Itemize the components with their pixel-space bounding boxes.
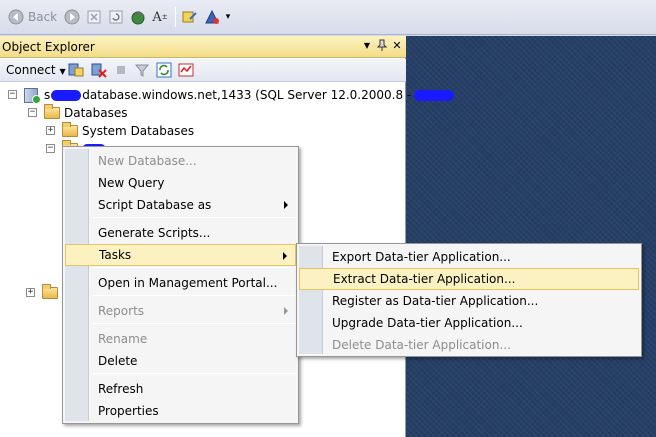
menu-separator [93,295,296,296]
tree-system-databases-node[interactable]: + System Databases [46,122,194,140]
collapse-icon[interactable]: − [8,90,17,99]
toolbar-options-button[interactable]: ▾ [224,8,232,26]
menu-item-generate-scripts[interactable]: Generate Scripts... [65,222,296,244]
menu-item-label: Reports [98,304,145,318]
menu-separator [93,267,296,268]
toolbar-separator [175,7,176,27]
object-explorer-toolbar: Connect ▼ [0,59,406,82]
collapse-icon[interactable]: − [28,108,37,117]
submenu-arrow-icon [284,201,288,209]
menu-item-label: Properties [98,404,159,418]
refresh-icon[interactable] [156,62,172,78]
pin-icon[interactable] [375,39,389,53]
connect-button[interactable]: Connect ▼ [6,63,66,77]
menu-item-label: Script Database as [98,198,212,212]
activity-monitor-icon[interactable] [178,62,194,78]
expand-icon[interactable]: + [46,126,55,135]
tree-databases-node[interactable]: − Databases [28,104,128,122]
menu-item-export-data-tier-application[interactable]: Export Data-tier Application... [299,246,639,268]
menu-item-rename[interactable]: Rename [65,328,296,350]
stop-icon [86,9,102,25]
refresh-icon [108,9,124,25]
close-icon[interactable]: ✕ [390,39,404,53]
back-button[interactable]: Back [8,8,57,26]
redaction-mark [414,89,455,101]
toolbar-options-icon: ▾ [225,12,231,22]
collapse-icon[interactable]: − [46,144,55,153]
stop-button[interactable] [86,8,102,26]
menu-item-label: New Database... [98,154,197,168]
submenu-arrow-icon [284,307,288,315]
object-explorer-title-bar: Object Explorer ▼ ✕ [0,36,406,58]
menu-item-properties[interactable]: Properties [65,400,296,422]
menu-item-label: New Query [98,176,165,190]
refresh-button[interactable] [108,8,124,26]
tree-collapsed-node[interactable]: + [26,284,62,302]
menu-item-reports[interactable]: Reports [65,300,296,322]
menu-separator [93,217,296,218]
tree-server-node[interactable]: − s database.windows.net,1433 (SQL Serve… [8,86,455,104]
menu-item-label: Tasks [99,248,132,262]
chevron-down-icon: ▼ [59,67,66,76]
folder-icon [44,104,60,119]
menu-item-extract-data-tier-application[interactable]: Extract Data-tier Application... [299,268,639,290]
menu-separator [93,373,296,374]
folder-icon [42,284,58,299]
menu-item-label: Generate Scripts... [98,226,211,240]
menu-item-label: Export Data-tier Application... [332,250,511,264]
menu-item-label: Upgrade Data-tier Application... [332,316,523,330]
back-label: Back [28,10,58,24]
forward-button[interactable] [64,8,80,26]
system-databases-label: System Databases [82,124,195,138]
menu-item-label: Refresh [98,382,144,396]
tasks-submenu: Export Data-tier Application... Extract … [296,243,642,357]
menu-item-label: Register as Data-tier Application... [332,294,539,308]
home-button[interactable] [130,8,146,26]
font-size-button[interactable]: A ± [152,8,168,26]
menu-item-register-as-data-tier-application[interactable]: Register as Data-tier Application... [299,290,639,312]
menu-item-refresh[interactable]: Refresh [65,378,296,400]
forward-arrow-icon [64,9,80,25]
menu-item-label: Delete [98,354,138,368]
menu-item-label: Open in Management Portal... [98,276,278,290]
redaction-mark [51,89,82,101]
databases-label: Databases [64,106,128,120]
server-name-prefix: s [44,88,51,102]
menu-item-label: Rename [98,332,148,346]
wizard-icon [204,9,220,25]
menu-item-script-database-as[interactable]: Script Database as [65,194,296,216]
expand-icon[interactable]: + [26,288,35,297]
menu-item-delete[interactable]: Delete [65,350,296,372]
window-position-icon[interactable]: ▼ [360,39,374,53]
menu-item-new-database[interactable]: New Database... [65,150,296,172]
server-icon [24,87,41,104]
wizard-button[interactable] [204,8,220,26]
disconnect-icon[interactable] [91,62,107,78]
connect-object-explorer-icon[interactable] [68,62,84,78]
menu-item-tasks[interactable]: Tasks [65,244,296,266]
script-button[interactable] [182,8,198,26]
font-size-icon: A ± [152,9,168,25]
menu-item-open-in-management-portal[interactable]: Open in Management Portal... [65,272,296,294]
connect-label: Connect [6,63,56,77]
home-globe-icon [130,9,146,25]
menu-separator [93,323,296,324]
folder-icon [62,122,78,137]
back-arrow-icon [8,9,24,25]
submenu-arrow-icon [283,252,287,260]
menu-item-label: Delete Data-tier Application... [332,338,511,352]
main-toolbar: Back A ± ▾ [0,0,656,35]
database-context-menu: New Database... New Query Script Databas… [62,146,299,424]
menu-item-upgrade-data-tier-application[interactable]: Upgrade Data-tier Application... [299,312,639,334]
script-icon [182,9,198,25]
object-explorer-title: Object Explorer [2,39,95,54]
menu-item-label: Extract Data-tier Application... [333,272,516,286]
filter-icon[interactable] [134,62,150,78]
server-name: database.windows.net,1433 (SQL Server 12… [82,88,412,102]
menu-item-delete-data-tier-application[interactable]: Delete Data-tier Application... [299,334,639,356]
stop-icon[interactable] [113,62,129,78]
menu-item-new-query[interactable]: New Query [65,172,296,194]
